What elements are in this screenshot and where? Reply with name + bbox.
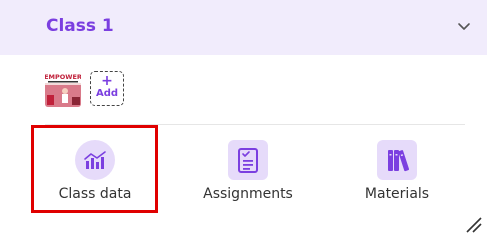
materials-tile[interactable]: Materials <box>357 140 437 202</box>
add-button[interactable]: + Add <box>90 71 124 106</box>
clipboard-list-icon <box>228 140 268 180</box>
resize-handle-icon[interactable] <box>464 215 482 233</box>
class-header[interactable]: Class 1 <box>0 0 487 55</box>
assignments-label: Assignments <box>203 186 293 202</box>
materials-label: Materials <box>364 186 430 202</box>
selection-highlight <box>31 125 158 213</box>
add-button-label: Add <box>95 88 119 99</box>
cover-thumbnail-text: EMPOWER <box>45 73 81 81</box>
assignments-tile[interactable]: Assignments <box>200 140 296 202</box>
class-title: Class 1 <box>46 16 114 36</box>
class-cover-thumbnail[interactable]: EMPOWER <box>45 71 81 107</box>
chevron-down-icon[interactable] <box>455 18 473 36</box>
books-icon <box>377 140 417 180</box>
plus-icon: + <box>101 73 113 89</box>
